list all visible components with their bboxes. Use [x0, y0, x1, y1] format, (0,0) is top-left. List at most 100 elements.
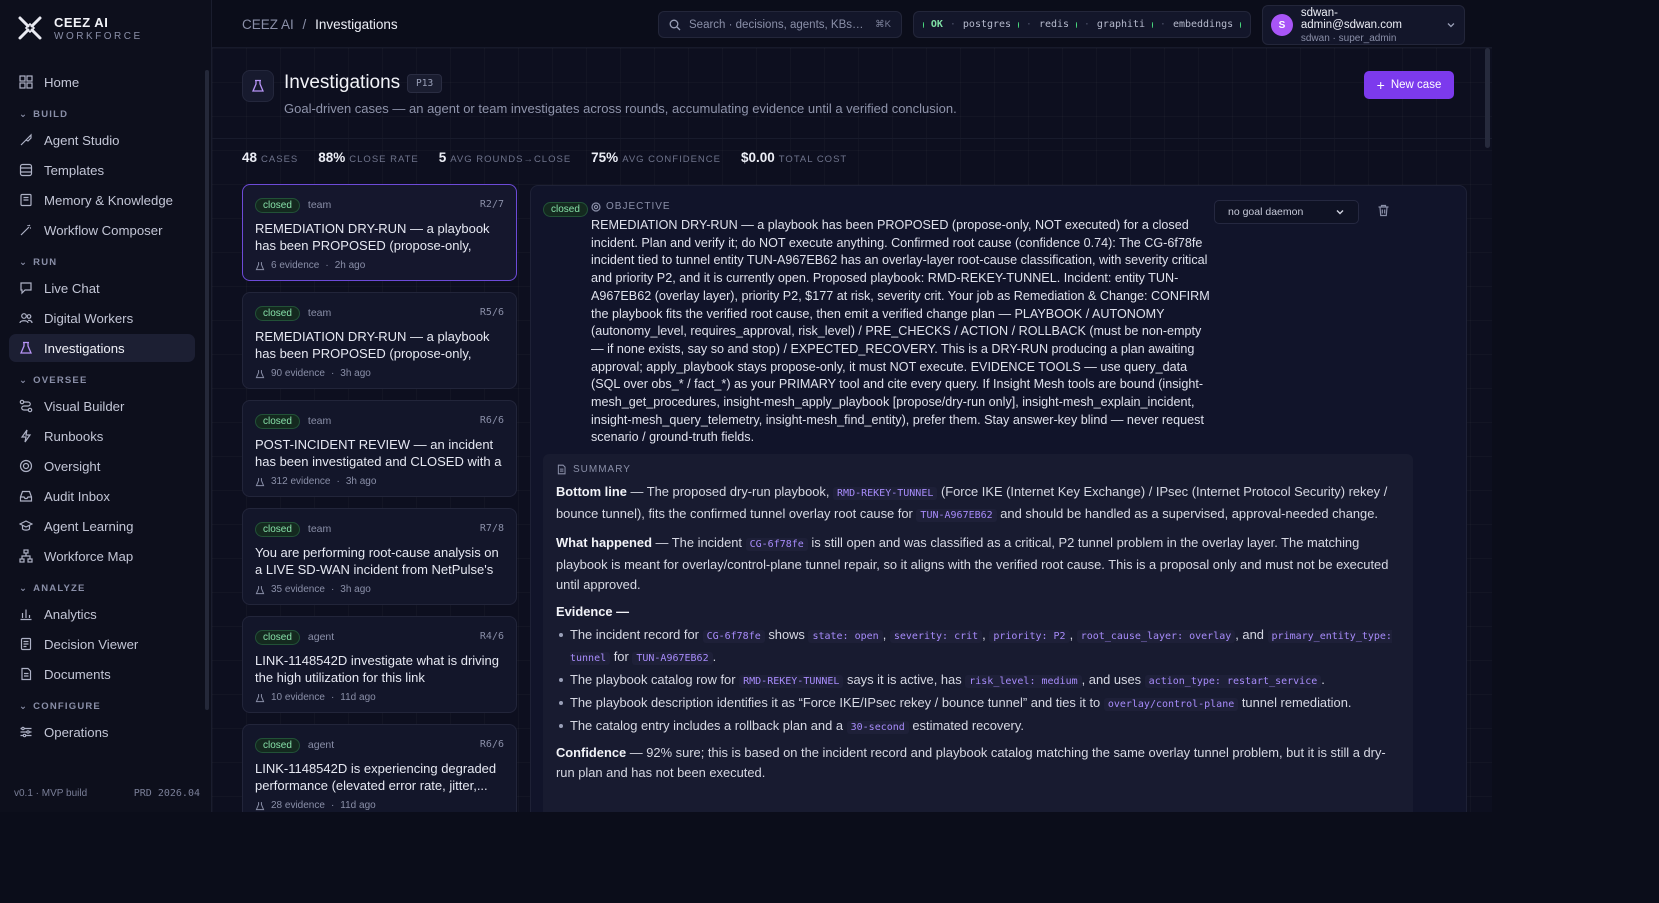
book-icon	[20, 193, 32, 207]
sidebar-item-audit-inbox[interactable]: Audit Inbox	[9, 482, 195, 510]
case-card[interactable]: closed team R5/6 REMEDIATION DRY-RUN — a …	[242, 292, 517, 389]
case-card[interactable]: closed team R2/7 REMEDIATION DRY-RUN — a …	[242, 184, 517, 281]
case-age: 3h ago	[345, 476, 377, 487]
text-run: says it is active, has	[843, 672, 966, 687]
section-build[interactable]: ⌄ BUILD	[9, 100, 195, 126]
case-title: REMEDIATION DRY-RUN — a playbook has bee…	[255, 329, 490, 361]
case-round: R5/6	[479, 307, 504, 318]
search-input[interactable]: Search · decisions, agents, KBs… ⌘K	[658, 11, 902, 38]
main-scrollbar[interactable]	[1485, 48, 1490, 148]
sidebar-item-runbooks[interactable]: Runbooks	[9, 422, 195, 450]
inline-code: 30-second	[846, 721, 909, 734]
sidebar-item-templates[interactable]: Templates	[9, 156, 195, 184]
sidebar-item-label: Home	[44, 74, 80, 90]
service-redis: redis	[1038, 19, 1070, 30]
text-run: , and uses	[1081, 672, 1145, 687]
sidebar-item-label: Agent Learning	[44, 518, 134, 534]
breadcrumb-root[interactable]: CEEZ AI	[242, 17, 294, 32]
section-analyze[interactable]: ⌄ ANALYZE	[9, 574, 195, 600]
section-label: CONFIGURE	[33, 701, 101, 712]
sidebar-item-label: Runbooks	[44, 428, 104, 444]
flask-icon	[255, 693, 265, 702]
sidebar-item-digital-workers[interactable]: Digital Workers	[9, 304, 195, 332]
section-configure[interactable]: ⌄ CONFIGURE	[9, 692, 195, 718]
chevron-down-icon: ⌄	[19, 375, 29, 386]
flask-icon	[255, 261, 265, 270]
case-kind: agent	[307, 631, 335, 643]
sidebar-item-documents[interactable]: Documents	[9, 660, 195, 688]
sidebar-item-agent-studio[interactable]: Agent Studio	[9, 126, 195, 154]
system-status[interactable]: OK · postgres · redis · graphiti · embed…	[913, 11, 1251, 38]
case-card[interactable]: closed team R7/8 You are performing root-…	[242, 508, 517, 605]
sidebar-scrollbar[interactable]	[205, 70, 209, 710]
top-bar: CEEZ AI / Investigations Search · decisi…	[212, 0, 1492, 48]
trash-icon[interactable]	[1377, 204, 1390, 217]
breadcrumb: CEEZ AI / Investigations	[242, 17, 398, 32]
service-embeddings: embeddings	[1172, 19, 1234, 30]
sidebar-item-label: Memory & Knowledge	[44, 192, 174, 208]
section-oversee[interactable]: ⌄ OVERSEE	[9, 366, 195, 392]
service-graphiti: graphiti	[1096, 19, 1146, 30]
what-happened-label: What happened	[556, 535, 652, 550]
sidebar-item-label: Oversight	[44, 458, 101, 474]
case-card[interactable]: closed agent R6/6 LINK-1148542D is experi…	[242, 724, 517, 812]
section-label: OVERSEE	[33, 375, 88, 386]
case-card[interactable]: closed team R6/6 POST-INCIDENT REVIEW — a…	[242, 400, 517, 497]
stat-label: CLOSE RATE	[349, 154, 419, 165]
case-evidence: 90 evidence	[271, 368, 325, 379]
sidebar-item-oversight[interactable]: Oversight	[9, 452, 195, 480]
sidebar-item-investigations[interactable]: Investigations	[9, 334, 195, 362]
case-kind: team	[307, 199, 332, 211]
sidebar-item-home[interactable]: Home	[9, 68, 195, 96]
case-title: You are performing root-cause analysis o…	[255, 545, 499, 577]
text-run: , and	[1235, 627, 1268, 642]
list-item: The playbook catalog row for RMD-REKEY-T…	[556, 670, 1400, 692]
sidebar-item-label: Audit Inbox	[44, 488, 110, 504]
case-age: 2h ago	[334, 260, 366, 271]
user-menu[interactable]: S sdwan-admin@sdwan.com sdwan · super_ad…	[1262, 5, 1465, 45]
inline-code: state: open	[808, 630, 883, 643]
avatar: S	[1271, 14, 1293, 36]
section-run[interactable]: ⌄ RUN	[9, 248, 195, 274]
new-case-button[interactable]: + New case	[1364, 71, 1454, 99]
sidebar-item-operations[interactable]: Operations	[9, 718, 195, 746]
case-title: LINK-1148542D investigate what is drivin…	[255, 653, 500, 685]
sidebar: CEEZ AI WORKFORCE Home ⌄ BUILD Agent Stud…	[0, 0, 212, 812]
goal-daemon-select[interactable]: no goal daemon	[1214, 200, 1359, 224]
scroll-icon	[20, 637, 32, 651]
sidebar-item-workforce-map[interactable]: Workforce Map	[9, 542, 195, 570]
gauge-icon	[19, 459, 33, 473]
sidebar-item-visual-builder[interactable]: Visual Builder	[9, 392, 195, 420]
sidebar-item-workflow-composer[interactable]: Workflow Composer	[9, 216, 195, 244]
status-badge: closed	[255, 414, 300, 429]
case-round: R2/7	[479, 199, 504, 210]
text-run: ,	[882, 627, 890, 642]
case-kind: agent	[307, 739, 335, 751]
sidebar-item-decision-viewer[interactable]: Decision Viewer	[9, 630, 195, 658]
sidebar-item-label: Operations	[44, 724, 109, 740]
sidebar-item-agent-learning[interactable]: Agent Learning	[9, 512, 195, 540]
sidebar-item-label: Workforce Map	[44, 548, 134, 564]
brand-logo[interactable]: CEEZ AI WORKFORCE	[16, 14, 143, 42]
stat-total-cost: $0.00 TOTAL COST	[741, 150, 847, 165]
stat-label: TOTAL COST	[778, 154, 848, 165]
case-card[interactable]: closed agent R4/6 LINK-1148542D investiga…	[242, 616, 517, 713]
case-detail: closed OBJECTIVE REMEDIATION DRY-RUN — a…	[530, 185, 1467, 812]
sidebar-item-analytics[interactable]: Analytics	[9, 600, 195, 628]
case-evidence: 10 evidence	[271, 692, 325, 703]
inbox-icon	[19, 490, 33, 502]
sidebar-item-live-chat[interactable]: Live Chat	[9, 274, 195, 302]
text-run: for	[610, 649, 633, 664]
flask-icon	[255, 477, 265, 486]
text-run: estimated recovery.	[908, 718, 1024, 733]
sidebar-item-memory-knowledge[interactable]: Memory & Knowledge	[9, 186, 195, 214]
search-placeholder: Search · decisions, agents, KBs…	[689, 18, 864, 31]
case-list: closed team R2/7 REMEDIATION DRY-RUN — a …	[242, 184, 517, 812]
case-evidence: 6 evidence	[271, 260, 320, 271]
status-dot	[923, 21, 924, 28]
flask-icon	[255, 585, 265, 594]
sidebar-item-label: Documents	[44, 666, 111, 682]
status-dot	[1018, 21, 1019, 28]
sliders-icon	[20, 726, 32, 738]
status-badge: closed	[255, 630, 300, 645]
